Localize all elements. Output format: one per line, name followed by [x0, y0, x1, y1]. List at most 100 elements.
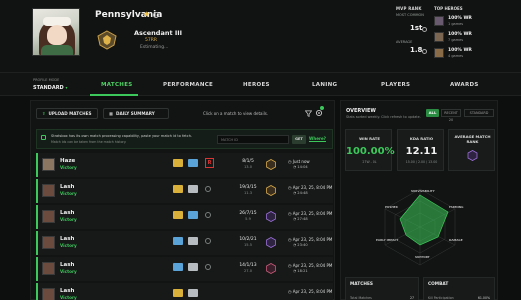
- platform-icon: [153, 12, 160, 18]
- match-time: ◷ Apr 23, 25, 8:04 PM: [288, 263, 332, 268]
- filter-icon[interactable]: [305, 110, 312, 117]
- match-result: Victory: [60, 269, 77, 274]
- tab-heroes[interactable]: HEROES: [243, 82, 270, 88]
- tab-matches[interactable]: MATCHES: [101, 82, 133, 88]
- filter-all-button[interactable]: ALL: [426, 109, 439, 117]
- hero-portrait: [42, 262, 55, 275]
- notification-dot: [320, 106, 324, 110]
- match-duration: ◔ 24:48: [293, 191, 308, 195]
- match-result: Victory: [60, 165, 77, 170]
- mvp-rank-panel: MVP RANK MOST COMMON 1st AVERAGE 1.8: [396, 6, 436, 54]
- match-hero: Lash: [60, 236, 75, 242]
- match-kda: 8/1/5: [242, 159, 254, 164]
- match-row[interactable]: Lash Victory 26/7/15 5.9 ◷ Apr 23, 25, 8…: [36, 205, 333, 229]
- match-when: Apr 23, 25, 8:04 PM: [292, 289, 333, 294]
- item-chip: [188, 289, 198, 297]
- get-match-button[interactable]: GET: [292, 135, 306, 144]
- match-kda-ratio: 11.3: [243, 191, 252, 195]
- combat-summary-panel: COMBAT Kill Participation 61.00%: [423, 277, 495, 300]
- item-chip: [173, 211, 183, 219]
- tab-awards[interactable]: AWARDS: [450, 82, 479, 88]
- combat-summary-title: COMBAT: [428, 282, 449, 287]
- total-matches-value: 27: [409, 296, 414, 300]
- match-id-input[interactable]: MATCH ID: [217, 135, 289, 144]
- kill-participation-value: 61.00%: [477, 296, 490, 300]
- match-time: ◷ Apr 23, 25, 8:04 PM: [288, 237, 332, 242]
- hero-portrait: [42, 158, 55, 171]
- match-kda: 14/1/13: [239, 263, 257, 268]
- item-chip: [188, 211, 198, 219]
- upload-matches-label: UPLOAD MATCHES: [48, 111, 92, 116]
- match-time: ◷ Apr 23, 25, 8:04 PM: [288, 289, 332, 294]
- profile-header: Pennsylvania ★ Ascendant III 57RR Estima…: [0, 0, 521, 72]
- hero-portrait: [434, 48, 444, 58]
- kda-value: 12.11: [405, 146, 438, 157]
- tab-players[interactable]: PLAYERS: [381, 82, 410, 88]
- tab-laning[interactable]: LANING: [312, 82, 337, 88]
- match-rank-icon: [266, 263, 276, 274]
- item-chip: [173, 185, 183, 193]
- match-kda-ratio: 5.9: [245, 217, 251, 221]
- tab-performance[interactable]: PERFORMANCE: [163, 82, 213, 88]
- match-result: Victory: [60, 191, 77, 196]
- hero-games: 4 games: [448, 54, 464, 58]
- upload-matches-button[interactable]: ⇪ UPLOAD MATCHES: [36, 108, 98, 119]
- top-hero-item[interactable]: 100% WR 4 games: [434, 48, 504, 60]
- radar-label: FARMING: [449, 205, 464, 209]
- hero-winrate: 100% WR: [448, 32, 472, 37]
- overview-title: OVERVIEW: [346, 108, 376, 114]
- match-when: Apr 23, 25, 8:04 PM: [292, 211, 333, 216]
- info-icon: [41, 135, 46, 140]
- match-rank-icon: [266, 211, 276, 222]
- radar-label: PUSHER: [385, 205, 398, 209]
- top-heroes-panel: TOP HEROES 100% WR 1 games 100% WR 7 gam…: [434, 6, 504, 58]
- match-kda: 26/7/15: [239, 211, 257, 216]
- avg-rank-card: AVERAGE MATCH RANK: [448, 129, 495, 171]
- mvp-ring-icon: [205, 238, 211, 244]
- daily-summary-button[interactable]: ▦ DAILY SUMMARY: [103, 108, 169, 119]
- match-hint: Click on a match to view details.: [203, 111, 269, 116]
- match-duration-value: 14:04: [297, 165, 308, 169]
- win-rate-value: 100.00%: [346, 146, 395, 157]
- mvp-ring-icon: [205, 264, 211, 270]
- hero-portrait: [42, 236, 55, 249]
- match-row[interactable]: Lash Victory 10/2/21 15.5 ◷ Apr 23, 25, …: [36, 231, 333, 255]
- filter-recent-button[interactable]: RECENT 20: [441, 109, 461, 122]
- hero-portrait: [42, 288, 55, 300]
- match-fetch-notice: Stratsbox has its own match processing c…: [36, 129, 333, 149]
- daily-summary-label: DAILY SUMMARY: [115, 111, 155, 116]
- match-row[interactable]: Lash Victory 19/3/15 11.3 ◷ Apr 23, 25, …: [36, 179, 333, 203]
- match-rank-icon: [266, 237, 276, 248]
- match-time: ◷ Just now: [288, 159, 310, 164]
- match-hero: Lash: [60, 288, 75, 294]
- where-link[interactable]: Where?: [309, 136, 326, 141]
- filter-mode-button[interactable]: STANDARD: [464, 109, 494, 117]
- match-row[interactable]: Haze Victory R 8/1/5 13.0 ◷ Just now ◔ 1…: [36, 153, 333, 177]
- hero-portrait: [42, 210, 55, 223]
- profile-mode-select[interactable]: STANDARD ▾: [33, 85, 67, 91]
- kda-breakdown: 15.00 / 2.00 / 13.00: [405, 160, 438, 164]
- item-chip: [173, 237, 183, 245]
- mvp-medal-icon: [422, 27, 427, 32]
- profile-mode-label: PROFILE MODE: [33, 78, 60, 82]
- match-kda: 19/3/15: [239, 185, 257, 190]
- star-icon: ★: [143, 10, 151, 19]
- match-rank-icon: [266, 159, 276, 170]
- match-row[interactable]: Lash Victory 14/1/13 27.0 ◷ Apr 23, 25, …: [36, 257, 333, 281]
- chevron-down-icon: ▾: [65, 85, 68, 90]
- match-time: ◷ Apr 23, 25, 8:04 PM: [288, 185, 332, 190]
- mvp-average-value: 1.8: [410, 46, 423, 54]
- match-rank-icon: [266, 185, 276, 196]
- gear-icon[interactable]: [315, 109, 323, 117]
- match-duration-value: 27:48: [297, 217, 308, 221]
- match-row[interactable]: Lash Victory ◷ Apr 23, 25, 8:04 PM: [36, 283, 333, 300]
- kda-label: KDA RATIO: [409, 136, 434, 141]
- avatar: [32, 8, 80, 56]
- rank-name: Ascendant III: [134, 29, 183, 37]
- hero-games: 7 games: [448, 38, 464, 42]
- flag-icon: R: [205, 158, 214, 168]
- top-hero-item[interactable]: 100% WR 1 games: [434, 16, 504, 28]
- match-duration: ◔ 14:04: [293, 165, 308, 169]
- top-hero-item[interactable]: 100% WR 7 games: [434, 32, 504, 44]
- top-heroes-title: TOP HEROES: [434, 6, 463, 11]
